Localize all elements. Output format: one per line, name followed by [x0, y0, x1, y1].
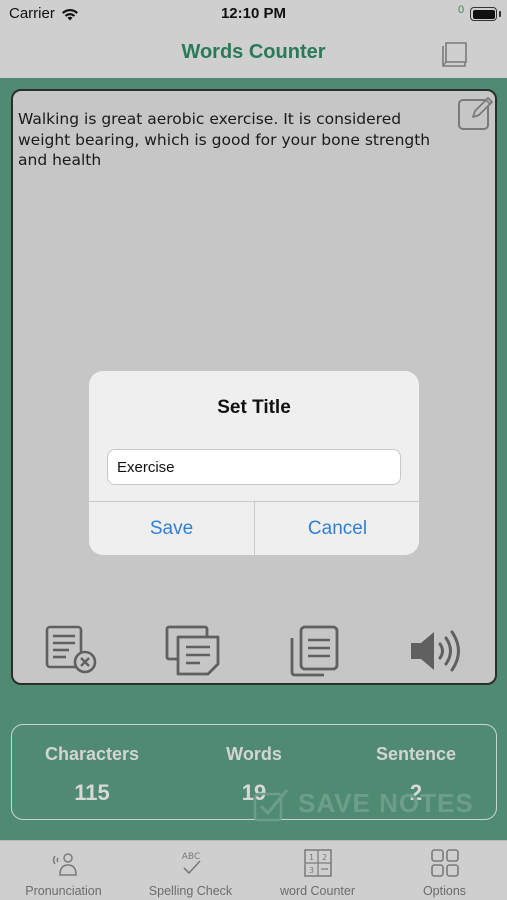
saved-notes-icon[interactable] — [438, 38, 472, 70]
svg-text:3: 3 — [308, 866, 313, 875]
svg-text:2: 2 — [321, 853, 326, 862]
svg-text:ABC: ABC — [181, 852, 199, 862]
copy-text-icon[interactable] — [164, 624, 222, 676]
speaker-icon[interactable] — [408, 624, 466, 678]
tab-pronunciation[interactable]: Pronunciation — [0, 841, 127, 900]
svg-text:1: 1 — [308, 853, 313, 862]
paste-icon[interactable] — [288, 624, 342, 678]
sentence-label: Sentence — [375, 744, 457, 764]
set-title-dialog: Set Title Save Cancel — [89, 371, 419, 555]
save-button[interactable]: Save — [89, 502, 254, 555]
page-title: Words Counter — [181, 41, 326, 63]
notes-count-badge: 0 — [458, 4, 465, 16]
characters-label: Characters — [44, 744, 140, 764]
battery-icon — [470, 7, 497, 21]
tab-label-word-counter: word Counter — [279, 884, 356, 898]
pronunciation-icon — [52, 853, 77, 876]
editor-text[interactable]: Walking is great aerobic exercise. It is… — [18, 109, 448, 171]
dialog-title: Set Title — [217, 397, 291, 418]
tab-label-pronunciation: Pronunciation — [25, 884, 102, 898]
tab-label-options: Options — [422, 884, 467, 898]
tab-word-counter[interactable]: 1 2 3 word Counter — [254, 841, 381, 900]
nav-bar: Words Counter — [0, 30, 507, 78]
spelling-check-icon: ABC — [181, 852, 201, 875]
cancel-button[interactable]: Cancel — [255, 502, 419, 555]
title-input[interactable] — [107, 449, 401, 485]
watermark-check-icon — [253, 789, 289, 822]
status-time: 12:10 PM — [220, 5, 287, 22]
tab-spelling-check[interactable]: ABC Spelling Check — [127, 841, 254, 900]
battery-cap — [499, 11, 501, 17]
tab-options[interactable]: Options — [381, 841, 507, 900]
edit-note-icon[interactable] — [457, 95, 493, 131]
characters-value: 115 — [74, 780, 110, 805]
options-grid-icon — [430, 849, 459, 877]
word-counter-icon: 1 2 3 — [303, 849, 332, 877]
watermark-text: SAVE NOTES — [298, 788, 474, 818]
status-bar: Carrier 12:10 PM — [0, 0, 507, 30]
words-label: Words — [226, 744, 282, 764]
clear-text-icon[interactable] — [44, 624, 100, 676]
tab-bar: Pronunciation ABC Spelling Check 1 2 3 w… — [0, 840, 507, 900]
tab-label-spelling-check: Spelling Check — [148, 884, 233, 898]
